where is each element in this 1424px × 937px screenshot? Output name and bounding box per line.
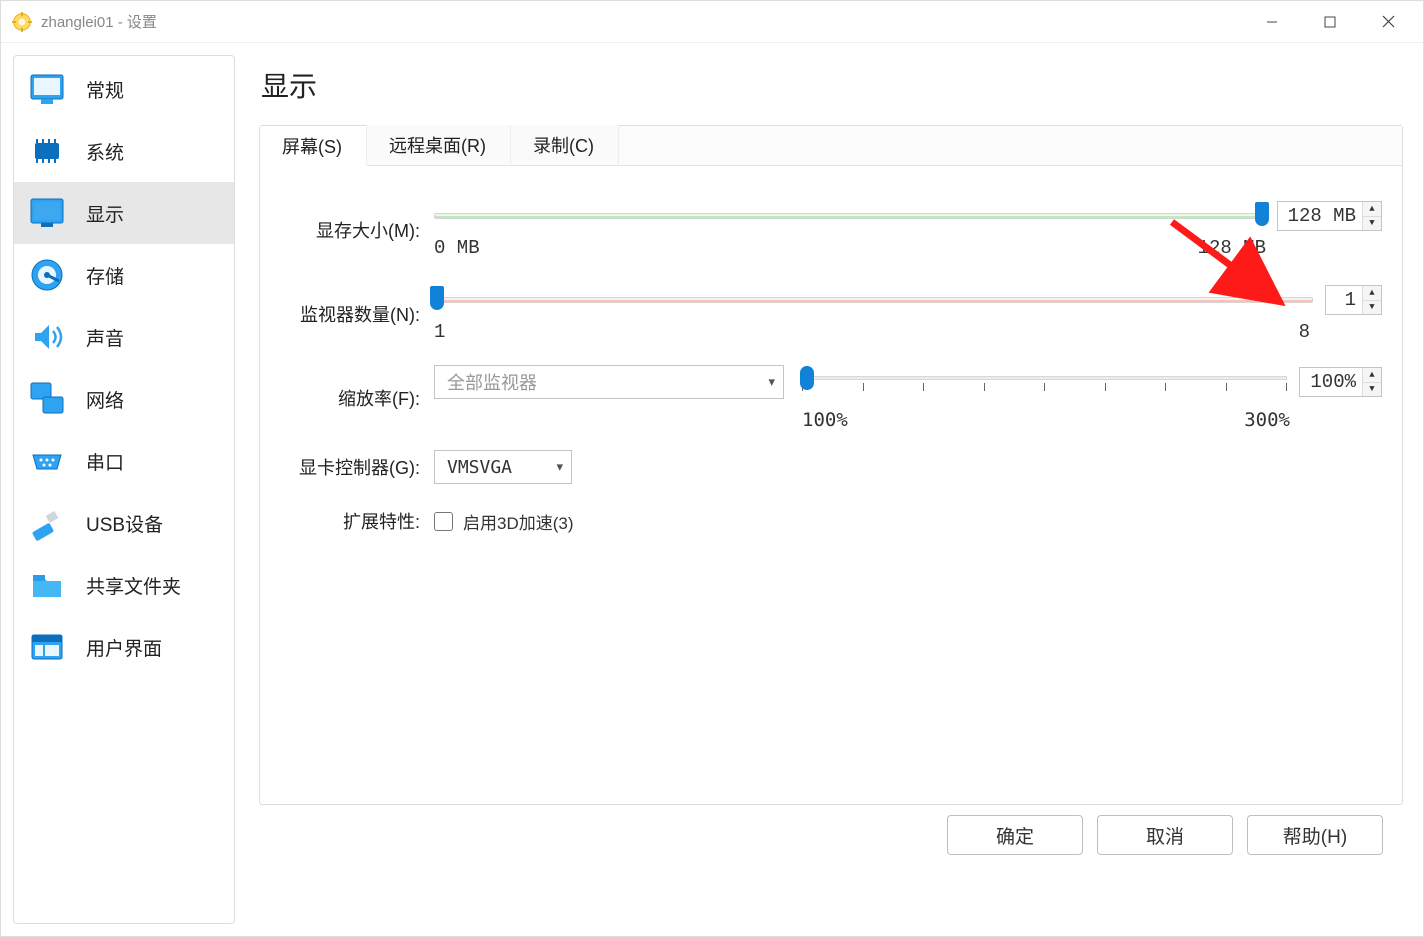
sidebar-item-storage[interactable]: 存储	[14, 244, 234, 306]
cancel-button[interactable]: 取消	[1097, 815, 1233, 855]
chevron-down-icon: ▾	[768, 374, 775, 390]
sidebar-item-system[interactable]: 系统	[14, 120, 234, 182]
sidebar-item-serial[interactable]: 串口	[14, 430, 234, 492]
page-title: 显示	[261, 65, 1403, 105]
monitors-slider-knob[interactable]	[430, 286, 444, 310]
monitors-spin-up[interactable]: ▲	[1363, 286, 1381, 301]
checkbox-3d-label: 启用3D加速(3)	[463, 509, 574, 534]
serial-icon	[26, 440, 68, 482]
monitors-slider[interactable]	[434, 288, 1313, 312]
scale-label: 缩放率(F):	[268, 385, 434, 411]
row-controller: 显卡控制器(G): VMSVGA ▾	[268, 440, 1382, 494]
controller-value: VMSVGA	[447, 457, 512, 478]
sidebar-label: 显示	[86, 200, 124, 227]
vram-min: 0 MB	[434, 237, 480, 259]
system-icon	[26, 130, 68, 172]
vram-spinbox[interactable]: 128 MB ▲ ▼	[1277, 201, 1382, 231]
sidebar-item-shared-folder[interactable]: 共享文件夹	[14, 554, 234, 616]
sidebar-item-network[interactable]: 网络	[14, 368, 234, 430]
sidebar-label: 存储	[86, 262, 124, 289]
controller-label: 显卡控制器(G):	[268, 454, 434, 480]
audio-icon	[26, 316, 68, 358]
scale-slider-knob[interactable]	[800, 366, 814, 390]
extfeatures-label: 扩展特性:	[268, 508, 434, 534]
sidebar-item-audio[interactable]: 声音	[14, 306, 234, 368]
close-button[interactable]	[1359, 2, 1417, 42]
vram-label: 显存大小(M):	[268, 217, 434, 243]
maximize-button[interactable]	[1301, 2, 1359, 42]
scale-spin-down[interactable]: ▼	[1363, 383, 1381, 397]
ok-button[interactable]: 确定	[947, 815, 1083, 855]
row-vram: 显存大小(M): 128 MB ▲	[268, 188, 1382, 272]
scale-max: 300%	[1244, 409, 1290, 431]
vram-value: 128 MB	[1278, 205, 1362, 227]
sidebar-item-general[interactable]: 常规	[14, 58, 234, 120]
scale-spin-up[interactable]: ▲	[1363, 368, 1381, 383]
tabs: 屏幕(S) 远程桌面(R) 录制(C)	[260, 126, 1402, 166]
display-icon	[26, 192, 68, 234]
sidebar-label: 共享文件夹	[86, 572, 181, 599]
row-scale: 缩放率(F): 全部监视器 ▾	[268, 356, 1382, 440]
tab-remote-desktop[interactable]: 远程桌面(R)	[367, 125, 511, 165]
dialog-buttons: 确定 取消 帮助(H)	[259, 805, 1403, 869]
vram-spin-up[interactable]: ▲	[1363, 202, 1381, 217]
ui-icon	[26, 626, 68, 668]
sidebar: 常规 系统 显示 存储 声音 网络	[13, 55, 235, 924]
chevron-down-icon: ▾	[556, 459, 563, 475]
monitors-spin-down[interactable]: ▼	[1363, 301, 1381, 315]
scale-value: 100%	[1300, 371, 1362, 393]
row-monitors: 监视器数量(N): 1 ▲	[268, 272, 1382, 356]
vram-slider-knob[interactable]	[1255, 202, 1269, 226]
sidebar-item-display[interactable]: 显示	[14, 182, 234, 244]
scale-monitor-select[interactable]: 全部监视器 ▾	[434, 365, 784, 399]
sidebar-label: USB设备	[86, 510, 163, 537]
tabs-container: 屏幕(S) 远程桌面(R) 录制(C) 显存大小(M):	[259, 125, 1403, 805]
vram-max: 128 MB	[1198, 237, 1266, 259]
scale-min: 100%	[802, 409, 848, 431]
sidebar-label: 常规	[86, 76, 124, 103]
network-icon	[26, 378, 68, 420]
monitors-value: 1	[1326, 289, 1362, 311]
vram-spin-down[interactable]: ▼	[1363, 217, 1381, 231]
window-controls	[1243, 2, 1417, 42]
checkbox-3d[interactable]	[434, 512, 453, 531]
window-title: zhanglei01 - 设置	[41, 11, 157, 32]
scale-monitor-value: 全部监视器	[447, 369, 537, 395]
monitors-min: 1	[434, 321, 445, 343]
sidebar-label: 用户界面	[86, 634, 162, 661]
main-panel: 显示 屏幕(S) 远程桌面(R) 录制(C) 显存大小(M):	[235, 43, 1423, 936]
monitors-max: 8	[1299, 321, 1310, 343]
controller-select[interactable]: VMSVGA ▾	[434, 450, 572, 484]
sidebar-label: 网络	[86, 386, 124, 413]
row-extfeatures: 扩展特性: 启用3D加速(3)	[268, 494, 1382, 548]
scale-spinbox[interactable]: 100% ▲ ▼	[1299, 367, 1382, 397]
storage-icon	[26, 254, 68, 296]
sidebar-item-usb[interactable]: USB设备	[14, 492, 234, 554]
sidebar-label: 声音	[86, 324, 124, 351]
usb-icon	[26, 502, 68, 544]
help-button[interactable]: 帮助(H)	[1247, 815, 1383, 855]
scale-slider[interactable]	[802, 370, 1287, 394]
sidebar-item-ui[interactable]: 用户界面	[14, 616, 234, 678]
settings-window: zhanglei01 - 设置 常规 系统 显示 存储	[0, 0, 1424, 937]
general-icon	[26, 68, 68, 110]
minimize-button[interactable]	[1243, 2, 1301, 42]
sidebar-label: 串口	[86, 448, 124, 475]
monitors-label: 监视器数量(N):	[268, 301, 434, 327]
monitors-spinbox[interactable]: 1 ▲ ▼	[1325, 285, 1382, 315]
tab-recording[interactable]: 录制(C)	[511, 125, 619, 165]
sidebar-label: 系统	[86, 138, 124, 165]
screen-pane: 显存大小(M): 128 MB ▲	[260, 166, 1402, 568]
tab-screen[interactable]: 屏幕(S)	[260, 126, 367, 166]
enable-3d-accel[interactable]: 启用3D加速(3)	[434, 509, 574, 534]
vram-slider[interactable]	[434, 204, 1265, 228]
shared-folder-icon	[26, 564, 68, 606]
app-icon	[11, 11, 33, 33]
titlebar: zhanglei01 - 设置	[1, 1, 1423, 43]
